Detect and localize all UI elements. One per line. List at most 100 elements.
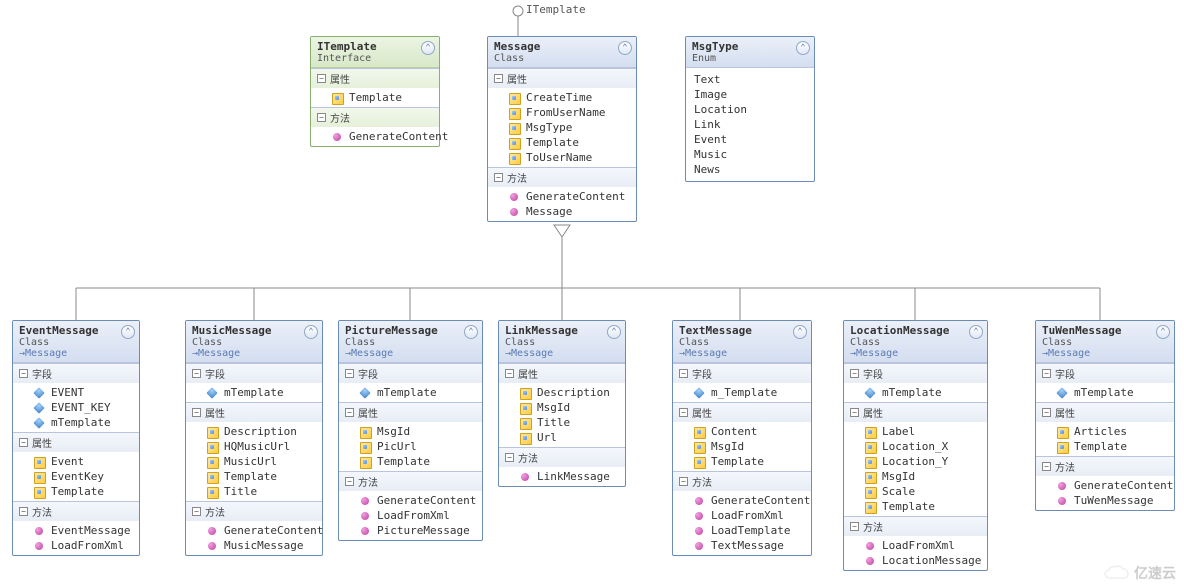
section-toggle[interactable]: −方法 <box>844 517 987 536</box>
property-icon <box>508 107 522 119</box>
method-item: LoadFromXml <box>339 508 482 523</box>
method-item: GenerateContent <box>186 523 322 538</box>
class-linkmessage[interactable]: LinkMessage Class →Message ⌃ −属性 Descrip… <box>498 320 626 487</box>
collapse-icon[interactable]: ⌃ <box>421 41 435 55</box>
class-message[interactable]: Message Class ⌃ −属性 CreateTime FromUserN… <box>487 36 637 222</box>
collapse-icon[interactable]: ⌃ <box>618 41 632 55</box>
method-icon <box>508 206 522 218</box>
class-stereotype: Class <box>19 337 133 348</box>
prop-item: Event <box>13 454 139 469</box>
field-item: mTemplate <box>1036 385 1174 400</box>
section-toggle[interactable]: −属性 <box>488 69 636 88</box>
class-stereotype: Enum <box>692 53 808 64</box>
field-icon <box>864 387 878 399</box>
section-toggle[interactable]: −属性 <box>186 403 322 422</box>
section-toggle[interactable]: −字段 <box>13 364 139 383</box>
method-icon <box>359 525 373 537</box>
method-icon <box>693 510 707 522</box>
property-icon <box>1056 426 1070 438</box>
collapse-icon[interactable]: ⌃ <box>464 325 478 339</box>
collapse-icon[interactable]: ⌃ <box>796 41 810 55</box>
section-toggle[interactable]: −字段 <box>673 364 811 383</box>
inherit-link[interactable]: →Message <box>192 348 316 359</box>
method-item: LoadTemplate <box>673 523 811 538</box>
prop-item: MusicUrl <box>186 454 322 469</box>
class-itemplate[interactable]: ITemplate Interface ⌃ −属性 Template −方法 G… <box>310 36 440 147</box>
section-toggle[interactable]: −属性 <box>13 433 139 452</box>
method-icon <box>359 510 373 522</box>
collapse-icon[interactable]: ⌃ <box>304 325 318 339</box>
minus-icon: − <box>494 173 503 182</box>
section-toggle[interactable]: −字段 <box>1036 364 1174 383</box>
class-stereotype: Class <box>345 337 476 348</box>
section-toggle[interactable]: −方法 <box>1036 457 1174 476</box>
section-toggle[interactable]: −字段 <box>339 364 482 383</box>
section-toggle[interactable]: −方法 <box>13 502 139 521</box>
class-picturemessage[interactable]: PictureMessage Class →Message ⌃ −字段 mTem… <box>338 320 483 541</box>
inherit-link[interactable]: →Message <box>19 348 133 359</box>
minus-icon: − <box>679 369 688 378</box>
field-icon <box>359 387 373 399</box>
class-header[interactable]: MsgType Enum ⌃ <box>686 37 814 68</box>
class-eventmessage[interactable]: EventMessage Class →Message ⌃ −字段 EVENT … <box>12 320 140 556</box>
section-toggle[interactable]: −属性 <box>1036 403 1174 422</box>
minus-icon: − <box>19 369 28 378</box>
collapse-icon[interactable]: ⌃ <box>793 325 807 339</box>
class-header[interactable]: LocationMessage Class →Message ⌃ <box>844 321 987 363</box>
field-item: mTemplate <box>186 385 322 400</box>
class-header[interactable]: TextMessage Class →Message ⌃ <box>673 321 811 363</box>
section-toggle[interactable]: −方法 <box>311 108 439 127</box>
inherit-link[interactable]: →Message <box>679 348 805 359</box>
collapse-icon[interactable]: ⌃ <box>607 325 621 339</box>
class-msgtype[interactable]: MsgType Enum ⌃ Text Image Location Link … <box>685 36 815 182</box>
section-toggle[interactable]: −属性 <box>673 403 811 422</box>
property-icon <box>33 456 47 468</box>
class-textmessage[interactable]: TextMessage Class →Message ⌃ −字段 m_Templ… <box>672 320 812 556</box>
method-item: LoadFromXml <box>844 538 987 553</box>
class-header[interactable]: PictureMessage Class →Message ⌃ <box>339 321 482 363</box>
section-toggle[interactable]: −方法 <box>488 168 636 187</box>
inherit-link[interactable]: →Message <box>850 348 981 359</box>
collapse-icon[interactable]: ⌃ <box>1156 325 1170 339</box>
inherit-link[interactable]: →Message <box>345 348 476 359</box>
collapse-icon[interactable]: ⌃ <box>121 325 135 339</box>
class-locationmessage[interactable]: LocationMessage Class →Message ⌃ −字段 mTe… <box>843 320 988 571</box>
class-header[interactable]: LinkMessage Class →Message ⌃ <box>499 321 625 363</box>
prop-item: Template <box>13 484 139 499</box>
section-toggle[interactable]: −方法 <box>339 472 482 491</box>
section-toggle[interactable]: −方法 <box>499 448 625 467</box>
inherit-link[interactable]: →Message <box>505 348 619 359</box>
prop-item: MsgId <box>499 400 625 415</box>
collapse-icon[interactable]: ⌃ <box>969 325 983 339</box>
field-item: m_Template <box>673 385 811 400</box>
class-title: LinkMessage <box>505 324 619 337</box>
method-icon <box>508 191 522 203</box>
class-header[interactable]: ITemplate Interface ⌃ <box>311 37 439 68</box>
class-title: Message <box>494 40 630 53</box>
minus-icon: − <box>192 507 201 516</box>
class-stereotype: Class <box>1042 337 1168 348</box>
method-item: LoadFromXml <box>673 508 811 523</box>
method-icon <box>693 540 707 552</box>
class-tuwenmessage[interactable]: TuWenMessage Class →Message ⌃ −字段 mTempl… <box>1035 320 1175 511</box>
field-icon <box>693 387 707 399</box>
section-toggle[interactable]: −方法 <box>673 472 811 491</box>
class-title: MsgType <box>692 40 808 53</box>
class-header[interactable]: MusicMessage Class →Message ⌃ <box>186 321 322 363</box>
class-header[interactable]: TuWenMessage Class →Message ⌃ <box>1036 321 1174 363</box>
minus-icon: − <box>345 369 354 378</box>
class-header[interactable]: EventMessage Class →Message ⌃ <box>13 321 139 363</box>
class-musicmessage[interactable]: MusicMessage Class →Message ⌃ −字段 mTempl… <box>185 320 323 556</box>
method-item: GenerateContent <box>339 493 482 508</box>
section-toggle[interactable]: −属性 <box>311 69 439 88</box>
inherit-link[interactable]: →Message <box>1042 348 1168 359</box>
section-toggle[interactable]: −属性 <box>499 364 625 383</box>
class-header[interactable]: Message Class ⌃ <box>488 37 636 68</box>
section-toggle[interactable]: −字段 <box>844 364 987 383</box>
section-toggle[interactable]: −方法 <box>186 502 322 521</box>
section-toggle[interactable]: −属性 <box>844 403 987 422</box>
property-icon <box>864 471 878 483</box>
section-toggle[interactable]: −属性 <box>339 403 482 422</box>
section-toggle[interactable]: −字段 <box>186 364 322 383</box>
property-icon <box>508 137 522 149</box>
